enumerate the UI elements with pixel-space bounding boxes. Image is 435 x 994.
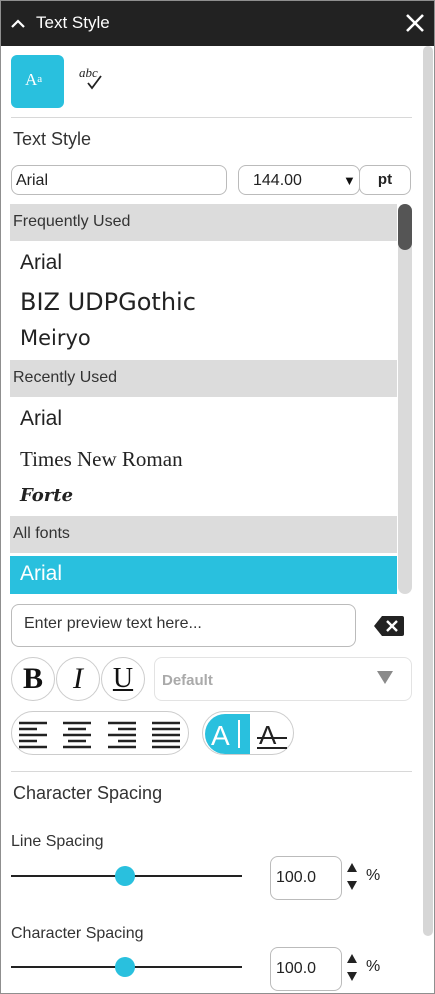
bold-button[interactable]: B (11, 657, 55, 701)
line-spacing-input[interactable]: 100.0 (270, 856, 342, 900)
collapse-chevron-icon[interactable] (9, 15, 27, 33)
chevron-down-icon (377, 671, 393, 684)
svg-text:A: A (259, 720, 277, 750)
size-unit-button[interactable]: pt (359, 165, 411, 195)
text-direction-group: A A (202, 711, 294, 755)
italic-button[interactable]: I (56, 657, 100, 701)
font-item[interactable]: Arial (20, 407, 62, 431)
horizontal-text-icon: A (211, 720, 240, 751)
font-item[interactable]: Forte (20, 485, 73, 506)
font-size-value: 144.00 (253, 172, 302, 189)
align-left-icon[interactable] (16, 719, 50, 749)
align-right-icon[interactable] (105, 719, 139, 749)
line-spacing-slider-thumb[interactable] (115, 866, 135, 886)
text-style-icon: Aa (25, 70, 43, 89)
font-item[interactable]: Arial (20, 251, 62, 275)
close-icon[interactable] (403, 11, 427, 35)
style-dropdown-value: Default (162, 672, 213, 689)
title-bar: Text Style (1, 1, 434, 46)
group-frequently-used: Frequently Used (10, 204, 397, 241)
backspace-clear-icon[interactable] (373, 614, 405, 638)
character-spacing-heading: Character Spacing (13, 783, 163, 803)
align-justify-icon[interactable] (149, 719, 183, 749)
divider (11, 771, 412, 772)
text-style-panel: Text Style Aa abc Text Style Arial 144.0… (0, 0, 435, 994)
font-list: Frequently Used Arial BIZ UDPGothic Meir… (10, 204, 397, 594)
divider (11, 117, 412, 118)
line-spacing-spinner-icon[interactable] (345, 861, 359, 893)
svg-text:abc: abc (79, 65, 98, 80)
font-size-dropdown[interactable]: 144.00 ▼ (238, 165, 360, 195)
font-item[interactable]: BIZ UDPGothic (20, 288, 196, 316)
svg-text:A: A (211, 720, 230, 751)
underline-button[interactable]: U (101, 657, 145, 701)
horizontal-text-button[interactable]: A (205, 714, 250, 754)
character-spacing-unit: % (366, 958, 381, 975)
window-title: Text Style (36, 13, 110, 32)
group-recently-used: Recently Used (10, 360, 397, 397)
panel-scrollbar[interactable] (423, 46, 433, 936)
font-list-scrollbar[interactable] (398, 204, 412, 594)
line-spacing-label: Line Spacing (11, 833, 104, 850)
align-center-icon[interactable] (60, 719, 94, 749)
chevron-down-icon: ▼ (343, 173, 356, 188)
scrollbar-thumb[interactable] (398, 204, 412, 250)
character-spacing-spinner-icon[interactable] (345, 952, 359, 984)
preview-text-input[interactable]: Enter preview text here... (11, 604, 356, 647)
character-spacing-input[interactable]: 100.0 (270, 947, 342, 991)
character-spacing-slider-thumb[interactable] (115, 957, 135, 977)
spell-check-tool-icon[interactable]: abc (71, 59, 113, 99)
alignment-group (11, 711, 189, 755)
font-item-selected[interactable]: Arial (10, 556, 397, 594)
line-spacing-unit: % (366, 867, 381, 884)
group-all-fonts: All fonts (10, 516, 397, 553)
font-name-field[interactable]: Arial (11, 165, 227, 195)
character-spacing-label: Character Spacing (11, 925, 144, 942)
text-style-dropdown[interactable]: Default (154, 657, 412, 701)
vertical-text-icon[interactable]: A (251, 714, 293, 754)
text-style-heading: Text Style (13, 129, 92, 149)
font-item[interactable]: Times New Roman (20, 447, 183, 472)
font-item[interactable]: Meiryo (20, 326, 91, 350)
text-style-tool-button[interactable]: Aa (11, 55, 64, 108)
